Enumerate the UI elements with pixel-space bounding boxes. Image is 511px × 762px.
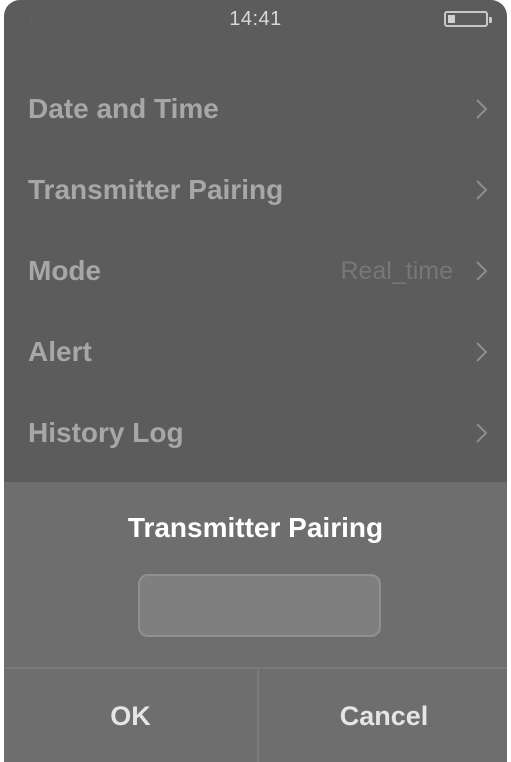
menu-item-mode[interactable]: Mode Real_time xyxy=(4,231,507,311)
cancel-button[interactable]: Cancel xyxy=(261,669,507,762)
button-divider xyxy=(257,669,259,762)
dialog-button-row: OK Cancel xyxy=(4,667,507,762)
menu-item-label: Date and Time xyxy=(28,93,219,124)
ok-button[interactable]: OK xyxy=(4,669,257,762)
chevron-right-icon xyxy=(476,261,488,281)
status-time: 14:41 xyxy=(229,8,282,30)
battery-icon xyxy=(444,11,492,27)
status-bar: ‹ 14:41 xyxy=(4,0,507,44)
menu-item-label: Mode xyxy=(28,255,102,286)
battery-level xyxy=(448,15,455,23)
chevron-right-icon xyxy=(476,180,488,200)
device-screen: ‹ 14:41 Date and Time Transmitter Pairin… xyxy=(4,0,507,762)
mode-value: Real_time xyxy=(340,256,453,285)
chevron-right-icon xyxy=(476,423,488,443)
menu-item-history-log[interactable]: History Log xyxy=(4,393,507,473)
pairing-code-input[interactable] xyxy=(138,574,381,637)
menu-item-date-and-time[interactable]: Date and Time xyxy=(4,69,507,149)
chevron-right-icon xyxy=(476,99,488,119)
menu-item-label: History Log xyxy=(28,417,184,448)
menu-item-label: Alert xyxy=(28,336,92,367)
menu-item-transmitter-pairing[interactable]: Transmitter Pairing xyxy=(4,150,507,230)
dialog-title: Transmitter Pairing xyxy=(127,512,384,543)
menu-item-alert[interactable]: Alert xyxy=(4,312,507,392)
menu-item-label: Transmitter Pairing xyxy=(28,174,284,205)
chevron-right-icon xyxy=(476,342,488,362)
